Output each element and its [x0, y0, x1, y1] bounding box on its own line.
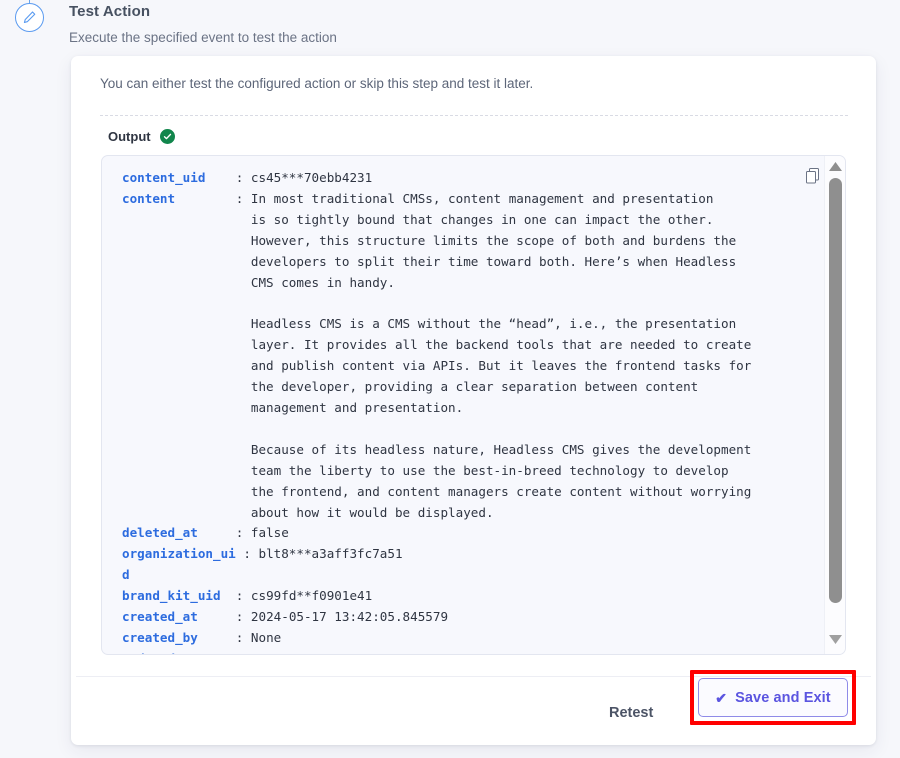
pencil-edit-icon[interactable] [15, 3, 44, 32]
green-check-circle-icon [159, 129, 175, 144]
save-and-exit-button[interactable]: ✔ Save and Exit [698, 678, 848, 717]
retest-button[interactable]: Retest [605, 699, 657, 727]
output-label: Output [108, 129, 151, 144]
triangle-up-icon[interactable] [828, 160, 843, 173]
test-action-screen: Test Action Execute the specified event … [0, 0, 900, 758]
output-code-block[interactable]: content_uid : cs45***70ebb4231 content :… [101, 155, 846, 655]
copy-icon[interactable] [803, 166, 823, 186]
check-icon: ✔ [715, 689, 728, 706]
step-rail [0, 0, 60, 758]
code-scrollbar[interactable] [824, 156, 845, 654]
page-subtitle: Execute the specified event to test the … [69, 30, 337, 45]
scrollbar-thumb[interactable] [829, 178, 842, 603]
code-scroll-area: content_uid : cs45***70ebb4231 content :… [102, 156, 825, 654]
card-intro-text: You can either test the configured actio… [100, 76, 534, 91]
output-code-text: content_uid : cs45***70ebb4231 content :… [122, 170, 752, 654]
save-and-exit-label: Save and Exit [735, 689, 831, 706]
output-header: Output [108, 129, 175, 144]
dashed-divider [100, 115, 848, 116]
page-title: Test Action [69, 3, 151, 20]
triangle-down-icon[interactable] [828, 633, 843, 646]
